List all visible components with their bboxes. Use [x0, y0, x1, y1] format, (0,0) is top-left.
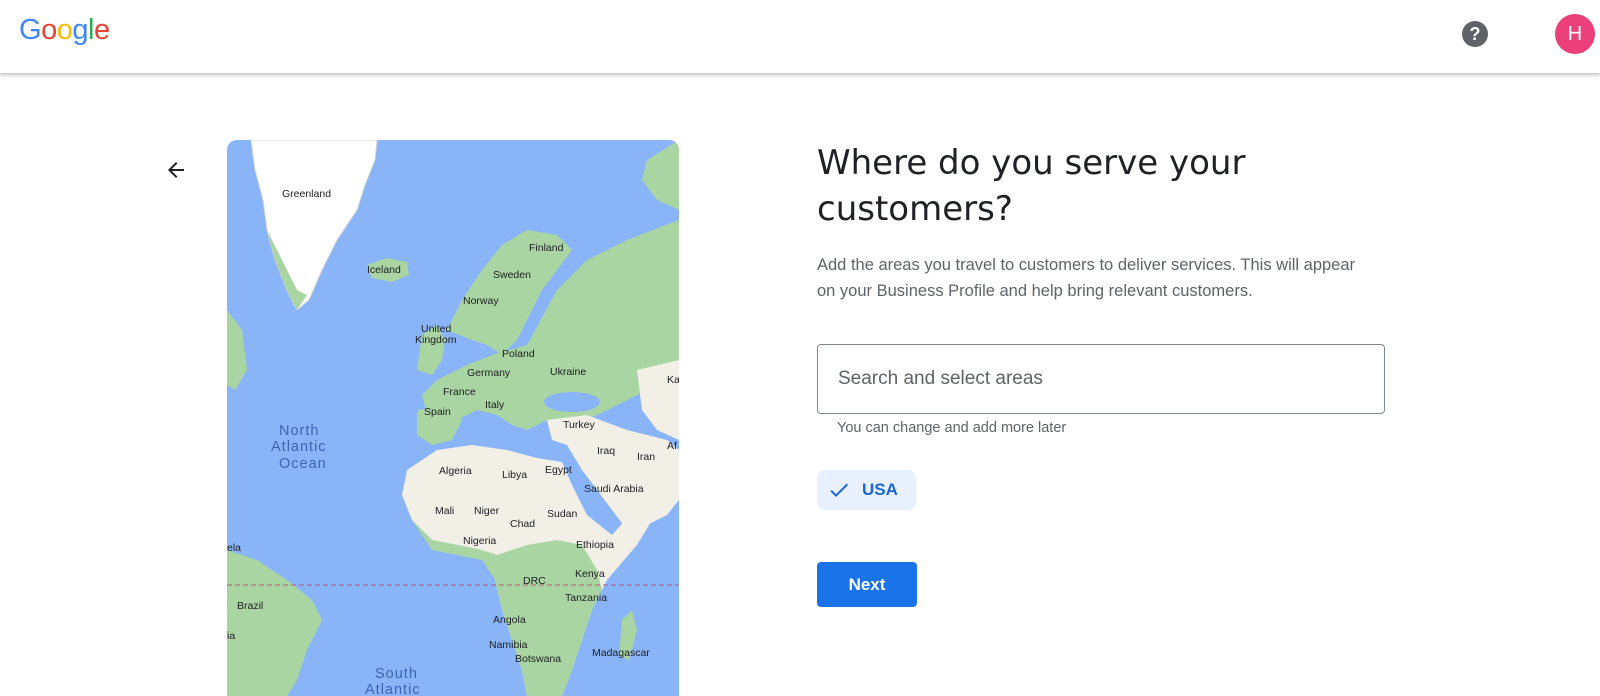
world-map: Greenland Iceland Finland Sweden Norway …: [227, 140, 679, 696]
map-label-libya: Libya: [502, 469, 527, 481]
map-label-botswana: Botswana: [515, 653, 561, 665]
google-logo[interactable]: Google: [19, 14, 110, 47]
search-helper-text: You can change and add more later: [837, 420, 1067, 436]
map-label-saudi-arabia: Saudi Arabia: [584, 483, 644, 495]
logo-letter: e: [93, 14, 110, 46]
page-title: Where do you serve your customers?: [817, 143, 1246, 229]
map-label-atlantic: Atlantic: [271, 439, 327, 455]
map-label-north: North: [279, 423, 319, 439]
map-label-poland: Poland: [502, 348, 535, 360]
selected-area-chip[interactable]: USA: [817, 470, 916, 510]
map-label-germany: Germany: [467, 367, 511, 379]
logo-letter: g: [72, 14, 88, 46]
top-app-bar: Google ? H: [0, 0, 1600, 73]
map-label-greenland: Greenland: [282, 188, 331, 200]
area-search-field[interactable]: [817, 344, 1385, 414]
map-label-egypt: Egypt: [545, 464, 572, 476]
account-avatar[interactable]: H: [1555, 14, 1595, 54]
area-search-input[interactable]: [818, 345, 1384, 413]
map-label-brazil: Brazil: [237, 600, 263, 612]
map-label-madagascar: Madagascar: [592, 647, 650, 659]
map-label-sweden: Sweden: [493, 269, 531, 281]
logo-letter: o: [41, 14, 57, 46]
map-label-ethiopia: Ethiopia: [576, 539, 614, 551]
map-label-kenya: Kenya: [575, 568, 605, 580]
map-label-namibia: Namibia: [489, 639, 528, 651]
map-label-kingdom: Kingdom: [415, 334, 457, 346]
map-label-chad: Chad: [510, 518, 535, 530]
map-label-norway: Norway: [463, 295, 499, 307]
help-glyph: ?: [1469, 23, 1481, 44]
page-description: Add the areas you travel to customers to…: [817, 256, 1356, 300]
map-label-nigeria: Nigeria: [463, 535, 496, 547]
map-label-ocean: Ocean: [279, 456, 327, 472]
map-label-south-atlantic: Atlantic: [365, 682, 421, 696]
map-label-algeria: Algeria: [439, 465, 472, 477]
next-button[interactable]: Next: [817, 562, 917, 607]
map-label-italy: Italy: [485, 399, 505, 411]
map-label-drc: DRC: [523, 575, 546, 587]
map-label-tanzania: Tanzania: [565, 592, 607, 604]
map-label-france: France: [443, 386, 476, 398]
checkmark-icon: [830, 483, 848, 497]
map-label-turkey: Turkey: [563, 419, 595, 431]
logo-letter: o: [56, 14, 73, 46]
map-label-spain: Spain: [424, 406, 451, 418]
map-label-iran: Iran: [637, 451, 655, 463]
map-label-angola: Angola: [493, 614, 526, 626]
map-label-finland: Finland: [529, 242, 564, 254]
map-label-sudan: Sudan: [547, 508, 578, 520]
help-icon[interactable]: ?: [1462, 21, 1488, 47]
back-arrow-icon[interactable]: [160, 154, 192, 186]
map-label-niger: Niger: [474, 505, 500, 517]
map-black-sea: [544, 392, 600, 412]
map-label-iraq: Iraq: [597, 445, 615, 457]
map-label-ia: ia: [227, 630, 235, 642]
map-label-mali: Mali: [435, 505, 454, 517]
map-label-iceland: Iceland: [367, 264, 401, 276]
map-label-ela: ela: [227, 542, 241, 554]
logo-letter: G: [19, 14, 42, 46]
avatar-initial: H: [1567, 22, 1583, 45]
map-label-ukraine: Ukraine: [550, 366, 586, 378]
chip-label: USA: [862, 480, 898, 499]
map-label-ka: Ka: [667, 374, 679, 386]
map-label-south: South: [375, 666, 418, 682]
map-label-af: Af: [667, 440, 677, 452]
